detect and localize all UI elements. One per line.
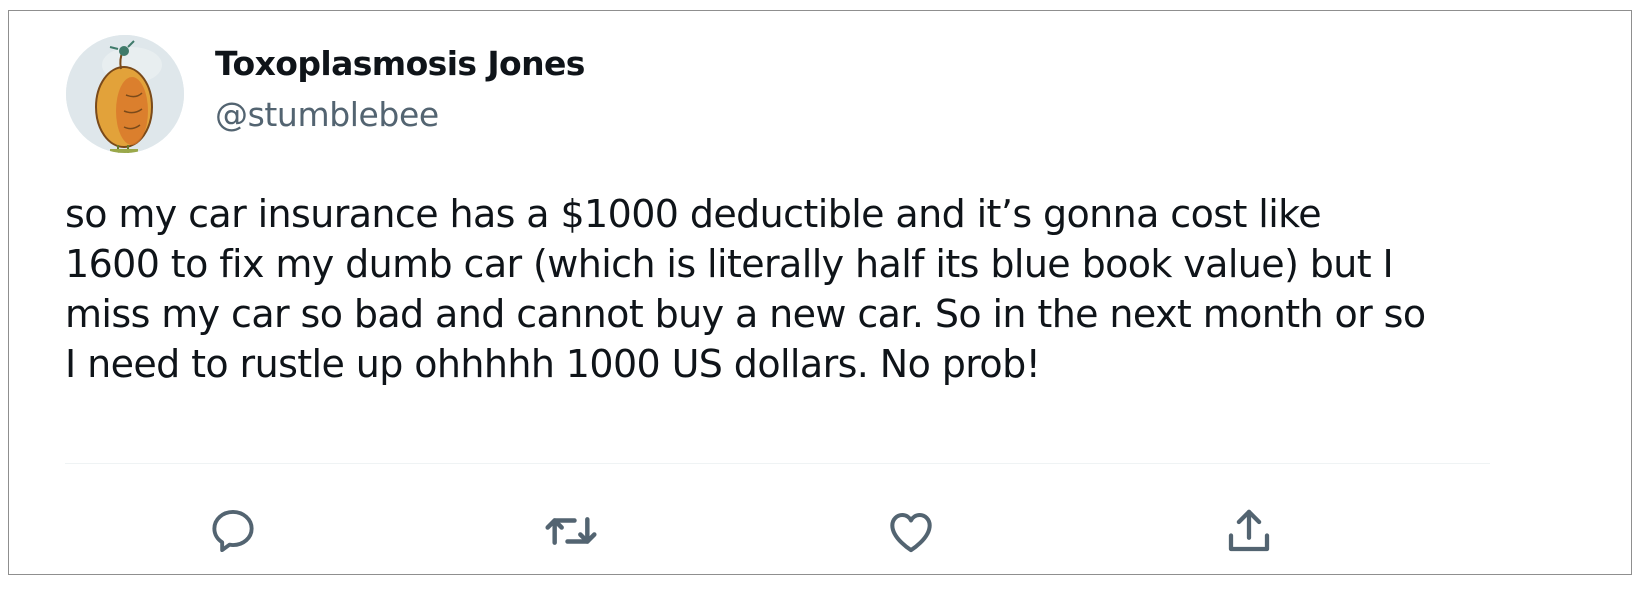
- tweet-card: Toxoplasmosis Jones @stumblebee so my ca…: [8, 10, 1632, 575]
- heart-icon: [890, 513, 932, 553]
- tweet-text: so my car insurance has a $1000 deductib…: [65, 189, 1505, 389]
- retweet-button[interactable]: [541, 501, 601, 561]
- share-button[interactable]: [1219, 501, 1279, 561]
- avatar-image: [66, 35, 184, 153]
- tweet-text-line: so my car insurance has a $1000 deductib…: [65, 192, 1322, 236]
- tweet-text-line: 1600 to fix my dumb car (which is litera…: [65, 242, 1394, 286]
- reply-button[interactable]: [203, 501, 263, 561]
- display-name[interactable]: Toxoplasmosis Jones: [215, 44, 585, 83]
- tweet-text-line: miss my car so bad and cannot buy a new …: [65, 292, 1426, 336]
- user-handle[interactable]: @stumblebee: [215, 95, 439, 134]
- divider: [65, 463, 1490, 464]
- like-button[interactable]: [881, 501, 941, 561]
- retweet-icon: [545, 517, 597, 545]
- tweet-text-line: I need to rustle up ohhhhh 1000 US dolla…: [65, 342, 1041, 386]
- avatar[interactable]: [66, 35, 184, 153]
- share-icon: [1228, 509, 1270, 552]
- reply-icon: [212, 509, 254, 553]
